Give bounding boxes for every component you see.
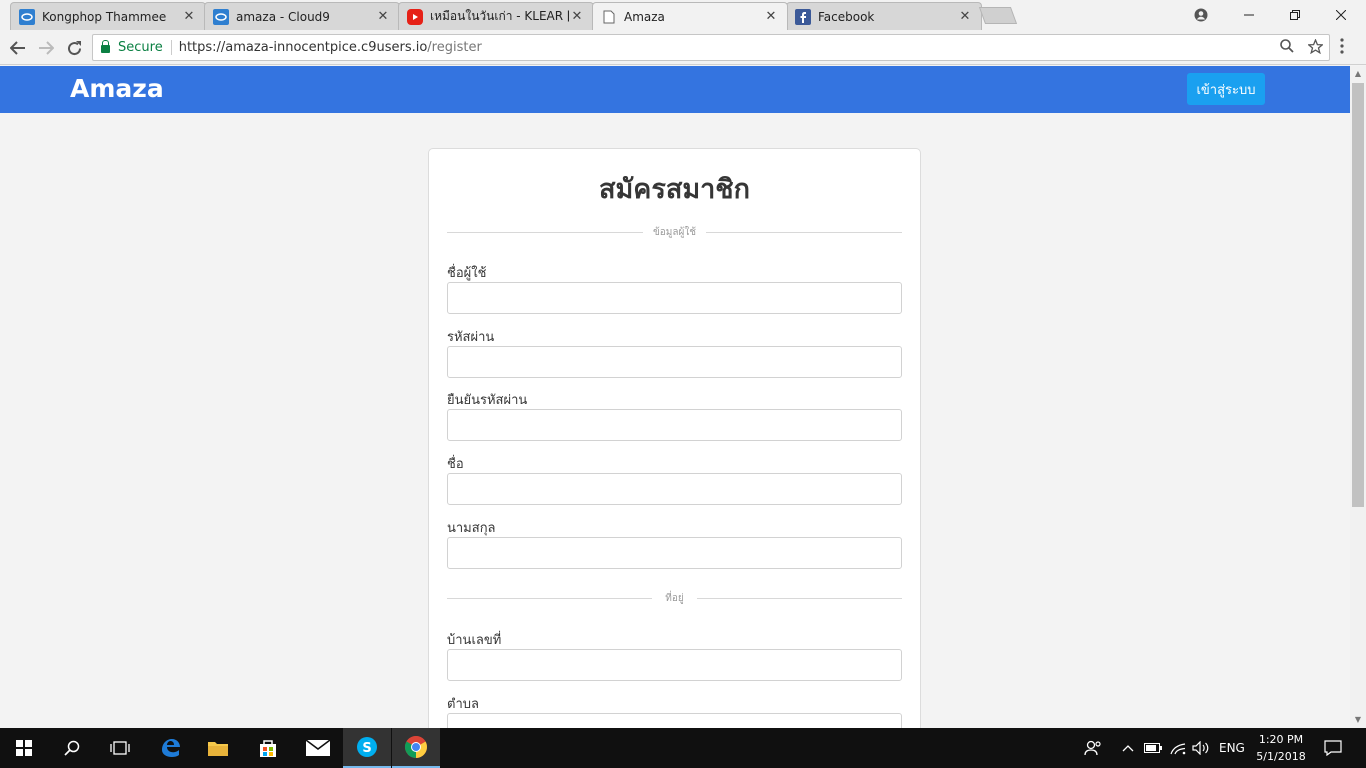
close-tab-icon[interactable]: ✕ <box>181 9 197 24</box>
search-icon[interactable] <box>48 728 96 768</box>
windows-start-icon[interactable] <box>0 728 48 768</box>
tab-title: Kongphop Thammee <box>42 9 167 24</box>
lastname-field[interactable] <box>447 537 902 569</box>
chrome-menu-icon[interactable] <box>1340 38 1344 58</box>
confirm-password-label: ยืนยันรหัสผ่าน <box>447 393 528 408</box>
firstname-field[interactable] <box>447 473 902 505</box>
tab-amaza-cloud9[interactable]: amaza - Cloud9 ✕ <box>204 2 400 30</box>
edge-browser-icon[interactable] <box>146 728 194 768</box>
back-icon[interactable] <box>6 36 30 60</box>
brand-logo[interactable]: Amaza <box>70 74 164 103</box>
address-bar[interactable]: Secure https://amaza-innocentpice.c9user… <box>92 34 1330 61</box>
confirm-password-field[interactable] <box>447 409 902 441</box>
volume-icon[interactable] <box>1192 728 1210 768</box>
password-field[interactable] <box>447 346 902 378</box>
scroll-thumb[interactable] <box>1352 83 1364 507</box>
tab-facebook[interactable]: Facebook ✕ <box>786 2 982 30</box>
tray-chevron-up-icon[interactable] <box>1122 728 1134 768</box>
secure-indicator[interactable]: Secure <box>93 39 172 55</box>
clock-date: 5/1/2018 <box>1256 750 1306 763</box>
tab-title: เหมือนในวันเก่า - KLEAR [Of <box>430 9 569 23</box>
close-tab-icon[interactable]: ✕ <box>763 9 779 24</box>
action-center-icon[interactable] <box>1324 728 1342 768</box>
new-tab-button[interactable] <box>978 7 1018 24</box>
page-title: สมัครสมาชิก <box>599 174 750 205</box>
section-divider-account: ข้อมูลผู้ใช้ <box>447 225 902 239</box>
close-tab-icon[interactable]: ✕ <box>375 9 391 24</box>
tab-amaza[interactable]: Amaza ✕ <box>592 2 788 30</box>
secure-label: Secure <box>118 40 163 55</box>
cloud9-icon <box>213 8 229 25</box>
url-text[interactable]: https://amaza-innocentpice.c9users.io/re… <box>172 40 482 55</box>
youtube-icon <box>407 8 423 25</box>
page-icon <box>601 9 617 25</box>
chrome-icon[interactable] <box>392 728 440 768</box>
username-label: ชื่อผู้ใช้ <box>447 266 487 281</box>
scroll-down-arrow-icon[interactable]: ▼ <box>1350 712 1366 728</box>
url-path: /register <box>427 40 482 55</box>
page-scrollbar[interactable]: ▲ ▼ <box>1350 66 1366 728</box>
profile-icon[interactable] <box>1178 0 1224 30</box>
wifi-icon[interactable] <box>1170 728 1186 768</box>
task-view-icon[interactable] <box>96 728 144 768</box>
close-window-icon[interactable] <box>1318 0 1364 30</box>
system-clock[interactable]: 1:20 PM 5/1/2018 <box>1252 731 1310 765</box>
svg-text:S: S <box>362 741 371 756</box>
app-header: Amaza เข้าสู่ระบบ <box>0 66 1350 113</box>
people-icon[interactable] <box>1084 728 1102 768</box>
section-divider-address: ที่อยู่ <box>447 591 902 605</box>
url-host: https://amaza-innocentpice.c9users.io <box>178 40 428 55</box>
restore-icon[interactable] <box>1272 0 1318 30</box>
lock-icon <box>101 39 110 53</box>
zoom-icon[interactable] <box>1280 39 1294 58</box>
tab-title: Amaza <box>624 9 665 24</box>
minimize-icon[interactable] <box>1226 0 1272 30</box>
facebook-icon <box>795 8 811 25</box>
close-tab-icon[interactable]: ✕ <box>569 9 585 24</box>
skype-icon[interactable]: S <box>343 728 391 768</box>
subdistrict-label: ตำบล <box>447 697 479 712</box>
windows-taskbar: S ENG 1:20 PM 5/1/2018 <box>0 728 1366 768</box>
file-explorer-icon[interactable] <box>194 728 242 768</box>
tab-strip: Kongphop Thammee ✕ amaza - Cloud9 ✕ เหมื… <box>0 0 1366 30</box>
forward-icon[interactable] <box>34 36 58 60</box>
tab-title: amaza - Cloud9 <box>236 9 330 24</box>
language-indicator[interactable]: ENG <box>1219 728 1245 768</box>
username-field[interactable] <box>447 282 902 314</box>
house-number-label: บ้านเลขที่ <box>447 633 502 648</box>
lastname-label: นามสกุล <box>447 521 496 536</box>
register-card: สมัครสมาชิก ข้อมูลผู้ใช้ ชื่อผู้ใช้ รหัส… <box>428 148 921 748</box>
password-label: รหัสผ่าน <box>447 330 495 345</box>
store-icon[interactable] <box>244 728 292 768</box>
battery-icon[interactable] <box>1144 728 1162 768</box>
house-number-field[interactable] <box>447 649 902 681</box>
browser-toolbar: Secure https://amaza-innocentpice.c9user… <box>0 30 1366 65</box>
scroll-up-arrow-icon[interactable]: ▲ <box>1350 66 1366 82</box>
mail-icon[interactable] <box>294 728 342 768</box>
bookmark-star-icon[interactable] <box>1307 38 1324 58</box>
login-button[interactable]: เข้าสู่ระบบ <box>1187 73 1265 105</box>
tab-kongphop[interactable]: Kongphop Thammee ✕ <box>10 2 206 30</box>
cloud9-icon <box>19 8 35 25</box>
tab-youtube[interactable]: เหมือนในวันเก่า - KLEAR [Of ✕ <box>398 2 594 30</box>
clock-time: 1:20 PM <box>1258 733 1304 746</box>
reload-icon[interactable] <box>62 36 86 60</box>
firstname-label: ชื่อ <box>447 457 464 472</box>
close-tab-icon[interactable]: ✕ <box>957 9 973 24</box>
tab-title: Facebook <box>818 9 875 24</box>
